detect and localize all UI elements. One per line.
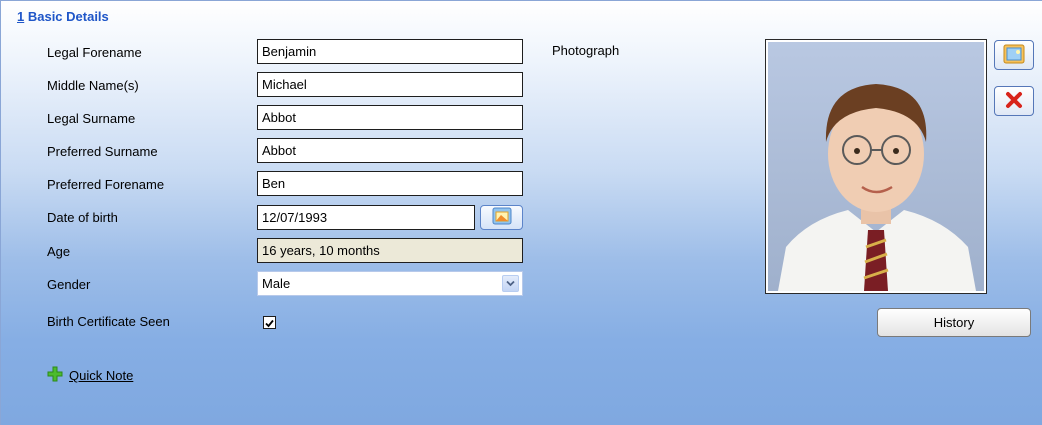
plus-icon <box>47 366 63 385</box>
preferred-forename-label: Preferred Forename <box>47 177 165 192</box>
gender-select[interactable]: Male <box>257 271 523 296</box>
chevron-down-icon[interactable] <box>502 275 519 292</box>
calendar-button[interactable] <box>480 205 523 230</box>
preferred-forename-input[interactable] <box>257 171 523 196</box>
checkmark-icon <box>265 319 274 328</box>
photograph-label: Photograph <box>552 43 620 58</box>
preferred-surname-input[interactable] <box>257 138 523 163</box>
gender-selected-value: Male <box>262 276 291 291</box>
legal-forename-label: Legal Forename <box>47 45 142 60</box>
image-icon <box>1003 44 1025 67</box>
legal-surname-input[interactable] <box>257 105 523 130</box>
age-label: Age <box>47 244 71 259</box>
age-value <box>257 238 523 263</box>
date-of-birth-input[interactable] <box>257 205 475 230</box>
section-title[interactable]: 1 Basic Details <box>17 9 109 24</box>
history-button[interactable]: History <box>877 308 1031 337</box>
middle-names-label: Middle Name(s) <box>47 78 139 93</box>
close-icon <box>1005 91 1023 112</box>
quick-note-label: Quick Note <box>69 368 134 383</box>
birth-certificate-label: Birth Certificate Seen <box>47 314 170 329</box>
select-photo-button[interactable] <box>994 40 1034 70</box>
section-title-text: Basic Details <box>24 9 109 24</box>
basic-details-panel: 1 Basic Details Legal Forename Middle Na… <box>0 0 1042 425</box>
student-photo <box>765 39 987 294</box>
remove-photo-button[interactable] <box>994 86 1034 116</box>
date-of-birth-label: Date of birth <box>47 210 118 225</box>
legal-forename-input[interactable] <box>257 39 523 64</box>
calendar-icon <box>492 207 512 228</box>
gender-label: Gender <box>47 277 91 292</box>
legal-surname-label: Legal Surname <box>47 111 136 126</box>
birth-certificate-checkbox[interactable] <box>263 316 276 329</box>
middle-names-input[interactable] <box>257 72 523 97</box>
preferred-surname-label: Preferred Surname <box>47 144 158 159</box>
quick-note-link[interactable]: Quick Note <box>47 366 133 385</box>
